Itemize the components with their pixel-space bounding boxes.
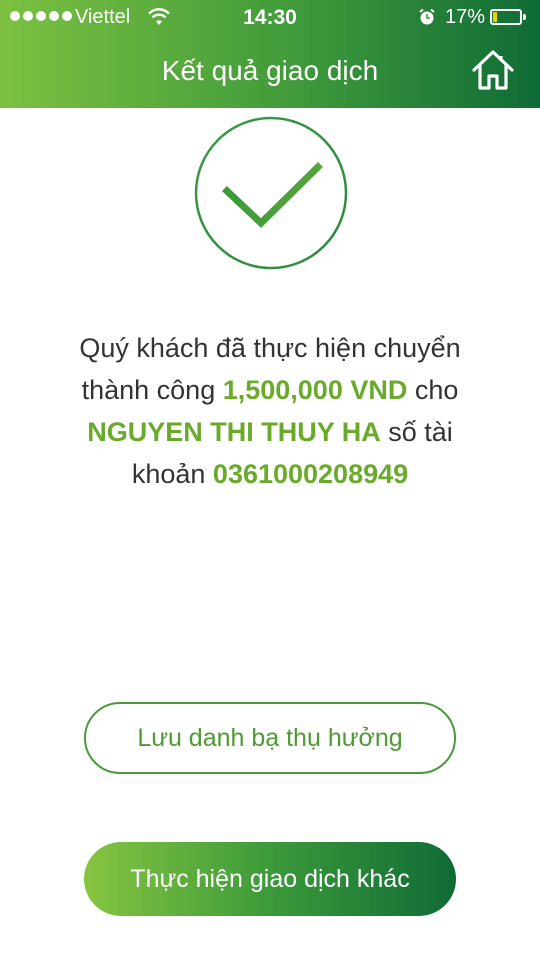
battery-tip: [523, 14, 526, 20]
save-beneficiary-button[interactable]: Lưu danh bạ thụ hưởng: [84, 702, 456, 774]
alarm-icon: [418, 8, 436, 32]
new-transaction-button[interactable]: Thực hiện giao dịch khác: [84, 842, 456, 916]
checkmark-circle-icon: [193, 115, 349, 271]
page-title: Kết quả giao dịch: [161, 55, 379, 86]
transfer-amount: 1,500,000 VND: [222, 375, 408, 405]
recipient-name: NGUYEN THI THUY HA: [87, 417, 381, 447]
message-for: cho: [407, 375, 459, 405]
account-number: 0361000208949: [212, 459, 409, 489]
home-icon[interactable]: [470, 48, 516, 92]
battery-level: [493, 12, 497, 22]
status-bar: Viettel 14:30 17%: [0, 0, 540, 36]
result-message: Quý khách đã thực hiện chuyển thành công…: [60, 327, 480, 495]
battery-icon: [490, 9, 522, 25]
battery-percent: 17%: [445, 6, 486, 28]
app-header: Viettel 14:30 17% Kết quả giao dịch: [0, 0, 540, 108]
